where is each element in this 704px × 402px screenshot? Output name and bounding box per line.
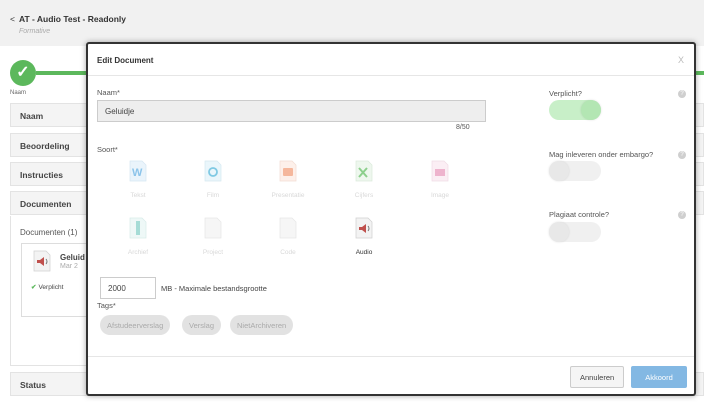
modal-header: Edit Document X xyxy=(88,44,694,76)
soort-option-presentatie[interactable]: Presentatie xyxy=(258,160,318,199)
plagiaat-label: Plagiaat controle? xyxy=(549,210,610,219)
naam-input[interactable] xyxy=(97,100,486,122)
char-counter: 8/50 xyxy=(456,124,470,131)
tag-chip[interactable]: Afstudeerverslag xyxy=(100,315,171,335)
document-name: Geluid xyxy=(60,253,85,262)
soort-option-label: Film xyxy=(206,192,220,199)
archive-icon xyxy=(128,217,148,239)
soort-option-label: Code xyxy=(280,249,296,256)
film-icon xyxy=(203,160,223,182)
step-complete-check-icon: ✓ xyxy=(10,60,36,86)
documents-count-title: Documenten (1) xyxy=(20,228,78,237)
tag-chip[interactable]: NietArchiveren xyxy=(230,315,294,335)
max-size-input[interactable] xyxy=(100,277,156,299)
step-label: Naam xyxy=(10,90,27,96)
help-icon[interactable]: ? xyxy=(678,90,686,98)
soort-option-tekst[interactable]: W Tekst xyxy=(108,160,168,199)
page-title: < AT - Audio Test - Readonly xyxy=(10,14,126,24)
image-icon xyxy=(430,160,450,182)
spreadsheet-icon xyxy=(354,160,374,182)
max-size-label: MB - Maximale bestandsgrootte xyxy=(161,284,267,293)
soort-option-label: Tekst xyxy=(130,192,146,199)
soort-option-label: Cijfers xyxy=(354,192,374,199)
document-date: Mar 2 xyxy=(60,263,78,270)
soort-option-label: Presentatie xyxy=(271,192,305,199)
soort-option-image[interactable]: Image xyxy=(410,160,470,199)
toggle-knob xyxy=(581,100,601,120)
close-icon[interactable]: X xyxy=(678,55,684,65)
soort-option-label: Archief xyxy=(127,249,149,256)
presentation-icon xyxy=(278,160,298,182)
audio-icon xyxy=(32,250,52,274)
soort-option-label: Project xyxy=(202,249,224,256)
verplicht-label: Verplicht? xyxy=(549,89,582,98)
soort-option-code[interactable]: Code xyxy=(258,217,318,256)
help-icon[interactable]: ? xyxy=(678,211,686,219)
back-chevron-icon[interactable]: < xyxy=(10,14,15,24)
soort-label: Soort* xyxy=(97,145,118,154)
soort-option-project[interactable]: Project xyxy=(183,217,243,256)
page-title-text: AT - Audio Test - Readonly xyxy=(18,14,127,24)
toggle-knob xyxy=(549,161,569,181)
section-label: Naam xyxy=(20,111,44,121)
soort-option-cijfers[interactable]: Cijfers xyxy=(334,160,394,199)
soort-option-label: Image xyxy=(430,192,450,199)
modal-footer-divider xyxy=(88,356,694,357)
section-label: Status xyxy=(20,380,46,390)
cancel-button[interactable]: Annuleren xyxy=(570,366,625,388)
check-icon: ✔ xyxy=(31,284,37,291)
embargo-toggle[interactable] xyxy=(549,161,601,181)
soort-option-film[interactable]: Film xyxy=(183,160,243,199)
tags-label: Tags* xyxy=(97,301,116,310)
section-label: Beoordeling xyxy=(20,141,70,151)
soort-option-archief[interactable]: Archief xyxy=(108,217,168,256)
tag-chip[interactable]: Verslag xyxy=(182,315,222,335)
section-label: Instructies xyxy=(20,170,63,180)
section-label: Documenten xyxy=(20,199,72,209)
edit-document-modal: Edit Document X Naam* 8/50 Soort* W Teks… xyxy=(86,42,696,396)
audio-icon xyxy=(354,217,374,239)
svg-text:W: W xyxy=(132,167,143,179)
soort-option-audio[interactable]: Audio xyxy=(334,217,394,256)
page-subtitle: Formative xyxy=(19,28,51,35)
project-icon xyxy=(203,217,223,239)
document-required: ✔ Verplicht xyxy=(31,283,63,291)
soort-option-label: Audio xyxy=(355,249,373,256)
plagiaat-toggle[interactable] xyxy=(549,222,601,242)
modal-title: Edit Document xyxy=(97,56,154,65)
toggle-knob xyxy=(549,222,569,242)
naam-label: Naam* xyxy=(97,88,120,97)
embargo-label: Mag inleveren onder embargo? xyxy=(549,150,654,159)
help-icon[interactable]: ? xyxy=(678,151,686,159)
word-icon: W xyxy=(128,160,148,182)
required-label: Verplicht xyxy=(38,284,64,291)
ok-button[interactable]: Akkoord xyxy=(631,366,687,388)
code-icon xyxy=(278,217,298,239)
verplicht-toggle[interactable] xyxy=(549,100,601,120)
